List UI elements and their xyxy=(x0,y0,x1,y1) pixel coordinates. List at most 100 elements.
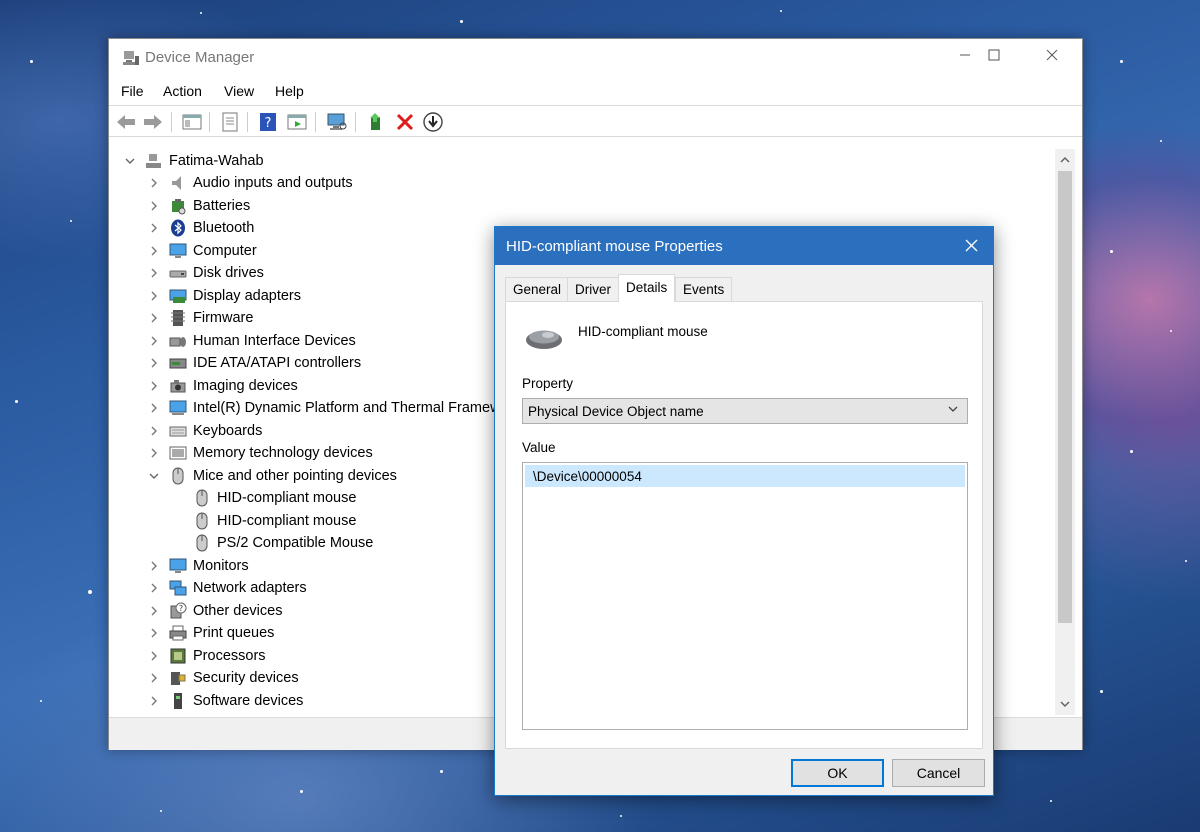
scroll-down-icon[interactable] xyxy=(1055,695,1075,713)
tree-item-software-devices[interactable]: Software devices xyxy=(145,690,303,712)
chevron-right-icon[interactable] xyxy=(145,600,163,622)
tab-events[interactable]: Events xyxy=(675,277,733,301)
tree-item-security[interactable]: Security devices xyxy=(145,667,299,689)
chevron-right-icon[interactable] xyxy=(145,397,163,419)
printer-icon xyxy=(169,624,187,642)
tree-item-bluetooth[interactable]: Bluetooth xyxy=(145,217,254,239)
chevron-right-icon[interactable] xyxy=(145,420,163,442)
tree-item-network[interactable]: Network adapters xyxy=(145,577,307,599)
dialog-title: HID-compliant mouse Properties xyxy=(506,238,723,255)
scroll-up-icon[interactable] xyxy=(1055,151,1075,169)
mouse-device-icon xyxy=(524,324,564,352)
cancel-button[interactable]: Cancel xyxy=(892,759,985,787)
tree-child-hid-mouse-1[interactable]: HID-compliant mouse xyxy=(193,487,356,509)
tree-item-label: Print queues xyxy=(193,625,275,641)
tree-item-label: Human Interface Devices xyxy=(193,333,356,349)
property-select[interactable]: Physical Device Object name xyxy=(522,398,968,424)
tree-child-hid-mouse-2[interactable]: HID-compliant mouse xyxy=(193,510,356,532)
platform-icon xyxy=(169,399,187,417)
update-driver-icon[interactable] xyxy=(366,111,388,133)
tree-item-label: IDE ATA/ATAPI controllers xyxy=(193,355,362,371)
chevron-right-icon[interactable] xyxy=(145,285,163,307)
tree-item-computer[interactable]: Computer xyxy=(145,240,257,262)
chevron-right-icon[interactable] xyxy=(145,555,163,577)
scan-hardware-icon[interactable] xyxy=(326,111,348,133)
tree-item-label: Batteries xyxy=(193,198,251,214)
tree-item-other-devices[interactable]: ? Other devices xyxy=(145,600,282,622)
tab-driver[interactable]: Driver xyxy=(567,277,619,301)
chevron-right-icon[interactable] xyxy=(145,645,163,667)
tab-details[interactable]: Details xyxy=(618,274,676,302)
tree-item-monitors[interactable]: Monitors xyxy=(145,555,249,577)
dialog-close-icon[interactable] xyxy=(961,235,981,255)
tree-item-label: Audio inputs and outputs xyxy=(193,175,353,191)
speaker-icon xyxy=(169,174,187,192)
hid-icon xyxy=(169,332,187,350)
uninstall-icon[interactable] xyxy=(394,111,416,133)
chevron-right-icon[interactable] xyxy=(145,330,163,352)
display-adapter-icon xyxy=(169,287,187,305)
memory-icon xyxy=(169,444,187,462)
chevron-right-icon[interactable] xyxy=(145,667,163,689)
svg-text:?: ? xyxy=(179,604,183,613)
tree-item-audio[interactable]: Audio inputs and outputs xyxy=(145,172,353,194)
properties-pane-icon[interactable] xyxy=(181,111,203,133)
tab-general[interactable]: General xyxy=(505,277,570,301)
chevron-down-icon[interactable] xyxy=(145,465,163,487)
chevron-right-icon[interactable] xyxy=(145,240,163,262)
dialog-title-bar[interactable]: HID-compliant mouse Properties xyxy=(495,227,993,265)
tree-item-label: Mice and other pointing devices xyxy=(193,468,397,484)
details-view-icon[interactable] xyxy=(286,111,308,133)
chevron-right-icon[interactable] xyxy=(145,262,163,284)
tree-item-memory-technology[interactable]: Memory technology devices xyxy=(145,442,373,464)
chevron-right-icon[interactable] xyxy=(145,622,163,644)
chevron-right-icon[interactable] xyxy=(145,307,163,329)
monitor-icon xyxy=(169,557,187,575)
chevron-right-icon[interactable] xyxy=(145,577,163,599)
tree-child-ps2-mouse[interactable]: PS/2 Compatible Mouse xyxy=(193,532,373,554)
chevron-right-icon[interactable] xyxy=(145,172,163,194)
close-button[interactable] xyxy=(1029,39,1075,71)
title-bar[interactable]: Device Manager xyxy=(109,39,1082,77)
list-item[interactable]: \Device\00000054 xyxy=(525,465,965,487)
star xyxy=(1100,690,1103,693)
tree-item-disk-drives[interactable]: Disk drives xyxy=(145,262,264,284)
tree-item-hid[interactable]: Human Interface Devices xyxy=(145,330,356,352)
vertical-scrollbar[interactable] xyxy=(1055,149,1075,715)
menu-file[interactable]: File xyxy=(121,83,144,99)
tree-item-ide[interactable]: IDE ATA/ATAPI controllers xyxy=(145,352,361,374)
ok-button[interactable]: OK xyxy=(791,759,884,787)
tree-item-firmware[interactable]: Firmware xyxy=(145,307,253,329)
maximize-button[interactable] xyxy=(971,39,1017,71)
tree-item-display-adapters[interactable]: Display adapters xyxy=(145,285,301,307)
tree-item-imaging[interactable]: Imaging devices xyxy=(145,375,298,397)
chevron-down-icon[interactable] xyxy=(121,150,139,172)
star xyxy=(160,810,162,812)
tree-root[interactable]: Fatima-Wahab xyxy=(121,150,264,172)
scrollbar-thumb[interactable] xyxy=(1058,171,1072,623)
tree-item-processors[interactable]: Processors xyxy=(145,645,266,667)
properties-icon[interactable] xyxy=(219,111,241,133)
chevron-right-icon[interactable] xyxy=(145,195,163,217)
chevron-right-icon[interactable] xyxy=(145,690,163,712)
help-icon[interactable]: ? xyxy=(257,111,279,133)
chevron-right-icon[interactable] xyxy=(145,375,163,397)
chevron-right-icon[interactable] xyxy=(145,352,163,374)
menu-help[interactable]: Help xyxy=(275,83,304,99)
back-icon[interactable] xyxy=(115,111,137,133)
tree-item-keyboards[interactable]: Keyboards xyxy=(145,420,262,442)
forward-icon[interactable] xyxy=(142,111,164,133)
chevron-right-icon[interactable] xyxy=(145,217,163,239)
star xyxy=(620,815,622,817)
tree-item-print-queues[interactable]: Print queues xyxy=(145,622,274,644)
tree-item-mice[interactable]: Mice and other pointing devices xyxy=(145,465,397,487)
disable-icon[interactable] xyxy=(422,111,444,133)
tree-item-intel-dptf[interactable]: Intel(R) Dynamic Platform and Thermal Fr… xyxy=(145,397,521,419)
tree-item-batteries[interactable]: Batteries xyxy=(145,195,250,217)
menu-action[interactable]: Action xyxy=(163,83,202,99)
tree-item-label: Software devices xyxy=(193,693,304,709)
value-listbox[interactable]: \Device\00000054 xyxy=(522,462,968,730)
chevron-right-icon[interactable] xyxy=(145,442,163,464)
star xyxy=(30,60,33,63)
menu-view[interactable]: View xyxy=(224,83,254,99)
